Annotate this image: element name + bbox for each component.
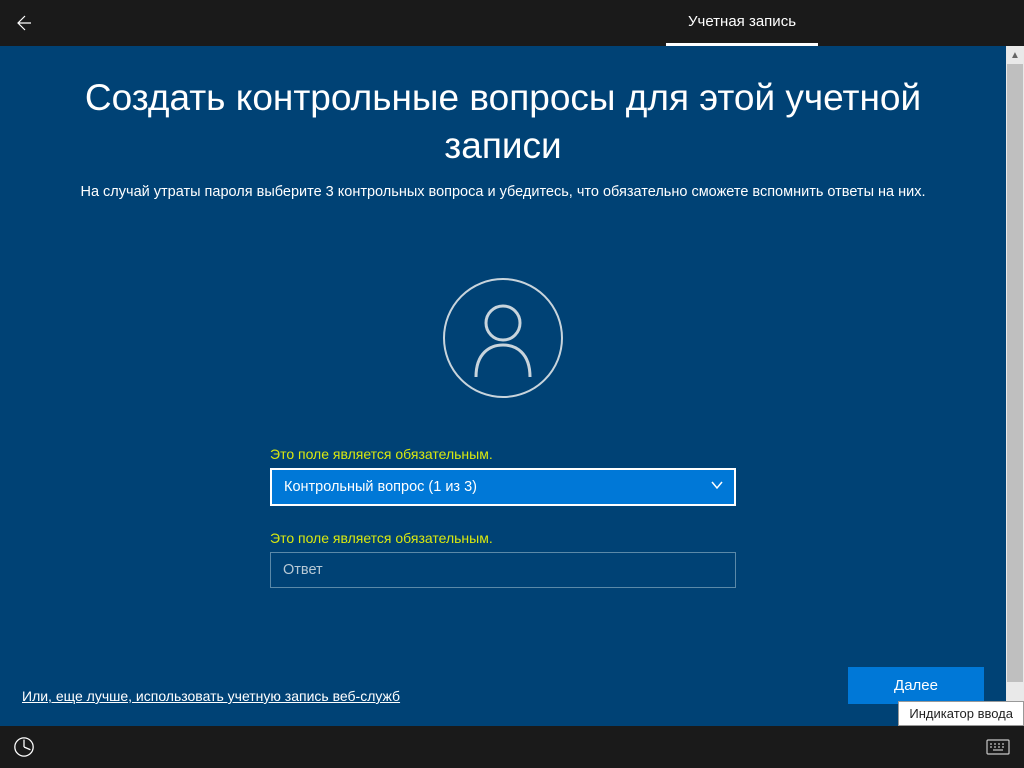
chevron-down-icon	[710, 478, 724, 497]
avatar-container	[0, 278, 1006, 398]
avatar	[443, 278, 563, 398]
arrow-left-icon	[13, 13, 33, 33]
main-content: Создать контрольные вопросы для этой уче…	[0, 46, 1006, 726]
taskbar	[0, 726, 1024, 768]
page-title: Создать контрольные вопросы для этой уче…	[0, 74, 1006, 170]
on-screen-keyboard-button[interactable]	[982, 731, 1014, 763]
use-online-account-link[interactable]: Или, еще лучше, использовать учетную зап…	[22, 688, 400, 704]
validation-message-question: Это поле является обязательным.	[270, 446, 736, 462]
answer-placeholder: Ответ	[283, 562, 323, 578]
security-question-select[interactable]: Контрольный вопрос (1 из 3)	[270, 468, 736, 506]
validation-message-answer: Это поле является обязательным.	[270, 530, 736, 546]
titlebar: Учетная запись	[0, 0, 1024, 46]
scroll-up-icon[interactable]: ▲	[1006, 46, 1024, 64]
ime-indicator-tooltip: Индикатор ввода	[898, 701, 1024, 726]
ease-of-access-icon	[13, 736, 35, 758]
form: Это поле является обязательным. Контроль…	[270, 446, 736, 588]
page-subtitle: На случай утраты пароля выберите 3 контр…	[0, 184, 1006, 200]
keyboard-icon	[986, 739, 1010, 755]
next-button[interactable]: Далее	[848, 667, 984, 704]
scroll-thumb[interactable]	[1007, 64, 1023, 682]
security-answer-input[interactable]: Ответ	[270, 552, 736, 588]
vertical-scrollbar[interactable]: ▲ ▼	[1006, 46, 1024, 726]
ease-of-access-button[interactable]	[10, 733, 38, 761]
tab-account[interactable]: Учетная запись	[666, 0, 818, 46]
user-icon	[468, 299, 538, 377]
scroll-track[interactable]	[1006, 64, 1024, 708]
footer-row: Или, еще лучше, использовать учетную зап…	[22, 667, 984, 704]
security-question-label: Контрольный вопрос (1 из 3)	[284, 479, 477, 495]
back-button[interactable]	[0, 0, 46, 46]
